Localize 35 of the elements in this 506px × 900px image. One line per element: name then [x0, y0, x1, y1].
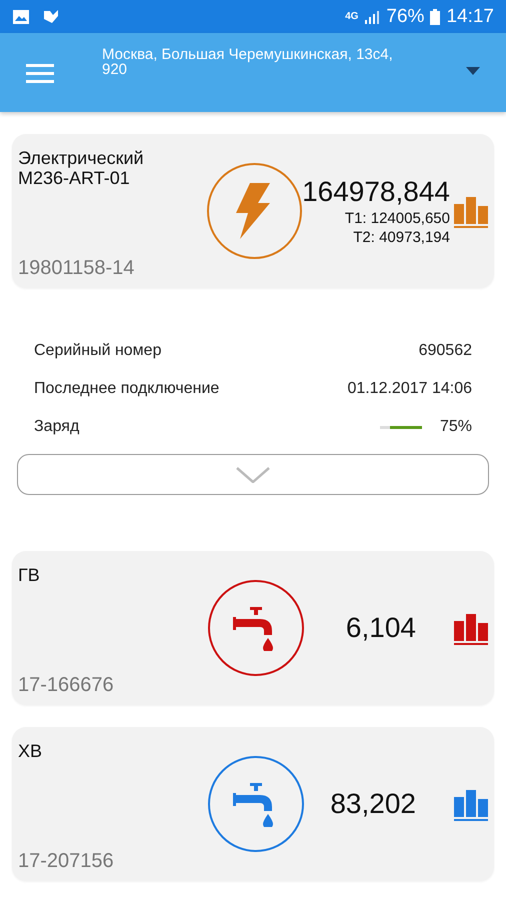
clock: 14:17 [446, 6, 494, 28]
meter-name: Электрический M236-ART-01 [18, 148, 145, 188]
detail-label: Последнее подключение [34, 380, 220, 398]
network-label: 4G [345, 11, 358, 22]
battery-icon [430, 8, 440, 24]
meter-reading: 164978,844 [302, 176, 450, 208]
meter-name: ХВ [18, 741, 44, 761]
check-icon [42, 8, 60, 24]
dropdown-caret-icon[interactable] [466, 67, 480, 75]
detail-value: 690562 [418, 342, 472, 360]
menu-icon[interactable] [26, 63, 54, 83]
detail-value: 01.12.2017 14:06 [347, 380, 472, 398]
chevron-down-icon [236, 466, 270, 482]
battery-percent: 76% [386, 6, 424, 28]
meter-serial: 19801158-14 [18, 257, 136, 280]
meter-serial: 17-166676 [18, 674, 115, 697]
meter-card[interactable]: ГВ 17-166676 6,104 [12, 551, 494, 705]
tariff-reading: T1: 124005,650 [344, 210, 450, 227]
detail-label: Заряд [34, 418, 80, 436]
bar-chart-icon[interactable] [454, 787, 488, 821]
meter-card[interactable]: Электрический M236-ART-01 19801158-14 164978,844 T1: 124005,650 T2: 40973,194 [12, 134, 494, 288]
signal-icon [364, 10, 380, 24]
bar-chart-icon[interactable] [454, 194, 488, 228]
meter-reading: 83,202 [330, 788, 416, 820]
meter-card[interactable]: ХВ 17-207156 83,202 [12, 727, 494, 881]
detail-label: Серийный номер [34, 342, 162, 360]
image-icon [12, 8, 30, 24]
charge-bar [380, 426, 422, 428]
charge-percent: 75% [440, 418, 472, 436]
meter-serial: 17-207156 [18, 850, 115, 873]
expand-button[interactable] [17, 454, 489, 495]
tariff-reading: T2: 40973,194 [352, 229, 450, 246]
meter-name: ГВ [18, 565, 41, 585]
bar-chart-icon[interactable] [454, 611, 488, 645]
meter-reading: 6,104 [346, 612, 416, 644]
